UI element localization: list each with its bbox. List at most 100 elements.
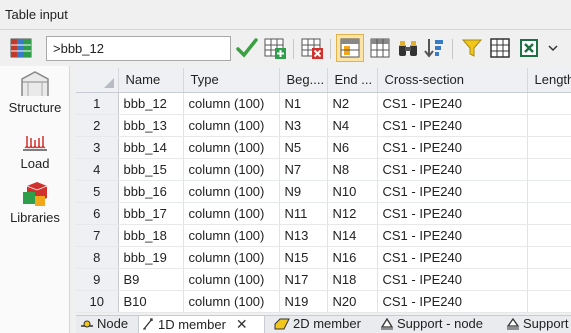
table-row[interactable]: 10 B10 column (100) N19 N20 CS1 - IPE240 xyxy=(76,290,571,313)
column-header-name[interactable]: Name xyxy=(118,68,184,93)
cell-type[interactable]: column (100) xyxy=(183,158,280,181)
cell-name[interactable]: bbb_15 xyxy=(118,158,184,181)
column-header-length[interactable]: Length xyxy=(527,68,571,93)
cell-end-node[interactable]: N8 xyxy=(327,158,378,181)
nav-structure[interactable]: Structure xyxy=(0,70,70,115)
cell-begin-node[interactable]: N3 xyxy=(279,114,328,137)
table-row[interactable]: 8 bbb_19 column (100) N15 N16 CS1 - IPE2… xyxy=(76,246,571,269)
column-header-end-node[interactable]: End ... xyxy=(327,68,378,93)
table-delete-icon[interactable] xyxy=(300,36,324,60)
cell-length[interactable] xyxy=(527,136,571,159)
table-row[interactable]: 7 bbb_18 column (100) N13 N14 CS1 - IPE2… xyxy=(76,224,571,247)
row-number[interactable]: 7 xyxy=(76,224,119,247)
cell-length[interactable] xyxy=(527,224,571,247)
row-number[interactable]: 2 xyxy=(76,114,119,137)
cell-cross-section[interactable]: CS1 - IPE240 xyxy=(377,158,528,181)
cell-cross-section[interactable]: CS1 - IPE240 xyxy=(377,180,528,203)
cell-length[interactable] xyxy=(527,180,571,203)
cell-type[interactable]: column (100) xyxy=(183,136,280,159)
grid-settings-icon[interactable] xyxy=(488,36,512,60)
cell-name[interactable]: B10 xyxy=(118,290,184,313)
cell-length[interactable] xyxy=(527,114,571,137)
cell-begin-node[interactable]: N11 xyxy=(279,202,328,225)
cell-cross-section[interactable]: CS1 - IPE240 xyxy=(377,268,528,291)
cell-end-node[interactable]: N6 xyxy=(327,136,378,159)
tab-2d-member[interactable]: 2D member xyxy=(272,316,361,333)
row-number[interactable]: 8 xyxy=(76,246,119,269)
confirm-check-icon[interactable] xyxy=(235,36,259,60)
row-number[interactable]: 4 xyxy=(76,158,119,181)
cell-end-node[interactable]: N2 xyxy=(327,92,378,115)
row-number[interactable]: 9 xyxy=(76,268,119,291)
tab-support-node[interactable]: Support - node xyxy=(378,316,483,333)
table-row[interactable]: 5 bbb_16 column (100) N9 N10 CS1 - IPE24… xyxy=(76,180,571,203)
cell-name[interactable]: bbb_16 xyxy=(118,180,184,203)
column-header-type[interactable]: Type xyxy=(183,68,280,93)
cell-end-node[interactable]: N14 xyxy=(327,224,378,247)
filter-column-icon[interactable] xyxy=(338,36,362,60)
table-row[interactable]: 2 bbb_13 column (100) N3 N4 CS1 - IPE240 xyxy=(76,114,571,137)
cell-cross-section[interactable]: CS1 - IPE240 xyxy=(377,290,528,313)
cell-length[interactable] xyxy=(527,290,571,313)
cell-end-node[interactable]: N18 xyxy=(327,268,378,291)
cell-type[interactable]: column (100) xyxy=(183,290,280,313)
table-row[interactable]: 6 bbb_17 column (100) N11 N12 CS1 - IPE2… xyxy=(76,202,571,225)
cell-name[interactable]: bbb_12 xyxy=(118,92,184,115)
cell-length[interactable] xyxy=(527,246,571,269)
cell-length[interactable] xyxy=(527,158,571,181)
cell-end-node[interactable]: N4 xyxy=(327,114,378,137)
close-icon[interactable]: ✕ xyxy=(236,316,248,332)
filter-icon[interactable] xyxy=(460,36,484,60)
column-header-begin-node[interactable]: Beg.... xyxy=(279,68,328,93)
row-number[interactable]: 5 xyxy=(76,180,119,203)
cell-type[interactable]: column (100) xyxy=(183,114,280,137)
cell-name[interactable]: bbb_18 xyxy=(118,224,184,247)
nav-load[interactable]: Load xyxy=(0,128,70,171)
cell-type[interactable]: column (100) xyxy=(183,246,280,269)
row-number[interactable]: 6 xyxy=(76,202,119,225)
table-grid-icon[interactable] xyxy=(9,36,33,60)
binoculars-icon[interactable] xyxy=(396,36,420,60)
column-header-cross-section[interactable]: Cross-section xyxy=(377,68,528,93)
cell-end-node[interactable]: N12 xyxy=(327,202,378,225)
name-filter-input[interactable] xyxy=(46,36,231,61)
cell-type[interactable]: column (100) xyxy=(183,268,280,291)
cell-begin-node[interactable]: N19 xyxy=(279,290,328,313)
cell-name[interactable]: bbb_17 xyxy=(118,202,184,225)
cell-begin-node[interactable]: N13 xyxy=(279,224,328,247)
tab-1d-member[interactable]: 1D member ✕ xyxy=(138,316,265,333)
cell-begin-node[interactable]: N15 xyxy=(279,246,328,269)
tab-support[interactable]: Support xyxy=(504,316,569,333)
nav-libraries[interactable]: Libraries xyxy=(0,180,70,225)
cell-name[interactable]: bbb_14 xyxy=(118,136,184,159)
row-number[interactable]: 1 xyxy=(76,92,119,115)
cell-type[interactable]: column (100) xyxy=(183,202,280,225)
cell-length[interactable] xyxy=(527,92,571,115)
table-add-icon[interactable] xyxy=(263,36,287,60)
cell-type[interactable]: column (100) xyxy=(183,92,280,115)
cell-end-node[interactable]: N16 xyxy=(327,246,378,269)
cell-cross-section[interactable]: CS1 - IPE240 xyxy=(377,114,528,137)
table-row[interactable]: 1 bbb_12 column (100) N1 N2 CS1 - IPE240 xyxy=(76,92,571,115)
cell-type[interactable]: column (100) xyxy=(183,224,280,247)
cell-name[interactable]: B9 xyxy=(118,268,184,291)
tab-node[interactable]: Node xyxy=(78,316,128,333)
cell-cross-section[interactable]: CS1 - IPE240 xyxy=(377,202,528,225)
cell-length[interactable] xyxy=(527,268,571,291)
cell-name[interactable]: bbb_13 xyxy=(118,114,184,137)
cell-type[interactable]: column (100) xyxy=(183,180,280,203)
excel-icon[interactable] xyxy=(518,36,542,60)
table-row[interactable]: 4 bbb_15 column (100) N7 N8 CS1 - IPE240 xyxy=(76,158,571,181)
sort-icon[interactable] xyxy=(422,36,446,60)
cell-end-node[interactable]: N20 xyxy=(327,290,378,313)
cell-end-node[interactable]: N10 xyxy=(327,180,378,203)
cell-length[interactable] xyxy=(527,202,571,225)
cell-begin-node[interactable]: N7 xyxy=(279,158,328,181)
table-view-icon[interactable] xyxy=(368,36,392,60)
cell-name[interactable]: bbb_19 xyxy=(118,246,184,269)
cell-begin-node[interactable]: N17 xyxy=(279,268,328,291)
table-row[interactable]: 3 bbb_14 column (100) N5 N6 CS1 - IPE240 xyxy=(76,136,571,159)
cell-cross-section[interactable]: CS1 - IPE240 xyxy=(377,224,528,247)
cell-begin-node[interactable]: N1 xyxy=(279,92,328,115)
table-corner-cell[interactable] xyxy=(76,68,119,93)
